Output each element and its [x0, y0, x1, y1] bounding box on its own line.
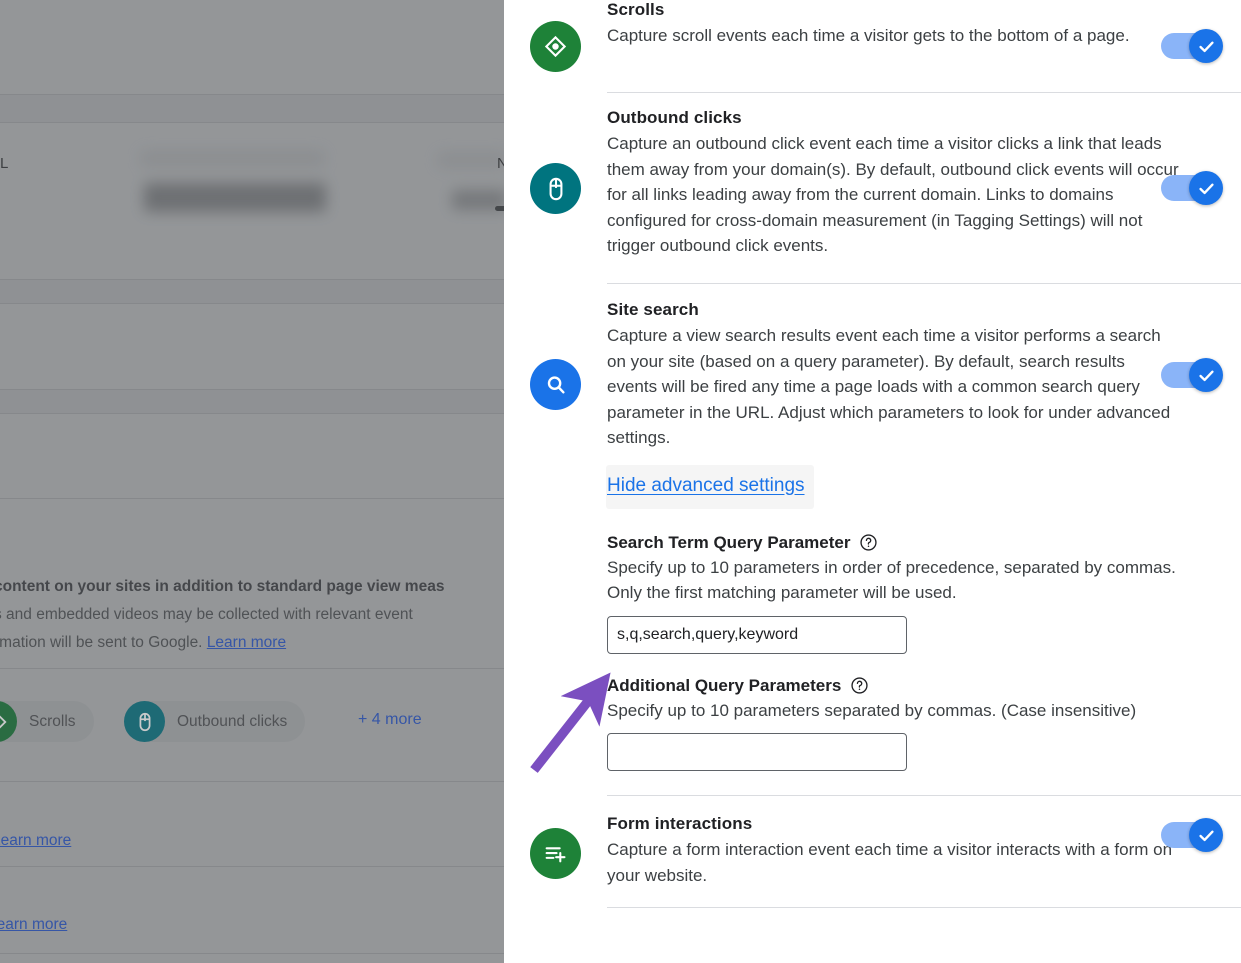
- search-term-label-row: Search Term Query Parameter: [607, 533, 1241, 553]
- backdrop-edge-fragment: N: [497, 155, 504, 172]
- advanced-settings-toggle-label[interactable]: Hide advanced settings: [607, 475, 805, 496]
- toggle-thumb: [1189, 29, 1223, 63]
- backdrop-paragraph-line-3-text: rmation will be sent to Google.: [0, 634, 203, 651]
- section-outbound-clicks-title: Outbound clicks: [607, 108, 742, 127]
- backdrop-divider: [0, 781, 504, 782]
- search-icon: [530, 359, 581, 410]
- section-outbound-clicks: Outbound clicks Capture an outbound clic…: [504, 93, 1241, 283]
- scrolls-icon: [0, 701, 17, 742]
- backdrop-band: [0, 390, 504, 413]
- search-term-input[interactable]: [607, 615, 907, 654]
- backdrop-paragraph-line-3: rmation will be sent to Google. Learn mo…: [0, 629, 286, 657]
- section-form-interactions: Form interactions Capture a form interac…: [504, 796, 1241, 890]
- backdrop-divider: [0, 413, 504, 414]
- section-form-interactions-toggle-col: [1155, 818, 1241, 852]
- mouse-click-icon: [124, 701, 165, 742]
- section-site-search: Site search Capture a view search result…: [504, 284, 1241, 779]
- section-site-search-icon-col: [504, 300, 607, 771]
- additional-params-description: Specify up to 10 parameters separated by…: [607, 700, 1137, 720]
- section-outbound-clicks-icon-col: [504, 108, 607, 269]
- section-form-interactions-title: Form interactions: [607, 814, 753, 833]
- backdrop-edge-dash: [495, 206, 504, 211]
- backdrop-divider: [0, 953, 504, 954]
- section-form-interactions-description: Capture a form interaction event each ti…: [607, 840, 1173, 885]
- backdrop-edge-fragment: L: [0, 155, 9, 172]
- backdrop-more-chips-link[interactable]: + 4 more: [358, 711, 422, 729]
- section-site-search-description: Capture a view search results event each…: [607, 326, 1171, 447]
- backdrop-learn-more-row-2: Learn more: [0, 911, 67, 939]
- backdrop-paragraph-line-1: content on your sites in addition to sta…: [0, 578, 445, 595]
- section-form-interactions-body: Form interactions Capture a form interac…: [607, 814, 1241, 890]
- section-divider: [607, 907, 1241, 908]
- section-scrolls-icon-col: [504, 0, 607, 92]
- dimmed-background-page: L N content on your sites in addition to…: [0, 0, 504, 963]
- help-circle-icon[interactable]: [850, 676, 869, 695]
- scrolls-icon: [530, 20, 581, 72]
- backdrop-divider: [0, 122, 504, 123]
- section-scrolls-body: Scrolls Capture scroll events each time …: [607, 0, 1241, 92]
- backdrop-paragraph-line-2: s and embedded videos may be collected w…: [0, 606, 413, 623]
- search-term-description: Specify up to 10 parameters in order of …: [607, 557, 1176, 603]
- backdrop-learn-more-row-1: Learn more: [0, 827, 71, 855]
- enhanced-measurement-panel: Scrolls Capture scroll events each time …: [504, 0, 1241, 963]
- backdrop-chip-scrolls[interactable]: Scrolls: [0, 701, 94, 742]
- outbound-clicks-toggle[interactable]: [1161, 171, 1223, 205]
- additional-params-input[interactable]: [607, 733, 907, 771]
- backdrop-chip-scrolls-label: Scrolls: [29, 712, 76, 730]
- backdrop-band: [0, 95, 504, 122]
- help-circle-icon[interactable]: [859, 533, 878, 552]
- toggle-thumb: [1189, 818, 1223, 852]
- section-outbound-clicks-description: Capture an outbound click event each tim…: [607, 134, 1179, 255]
- toggle-thumb: [1189, 171, 1223, 205]
- section-scrolls: Scrolls Capture scroll events each time …: [504, 0, 1241, 92]
- advanced-settings-toggle[interactable]: Hide advanced settings: [606, 464, 814, 509]
- mouse-click-icon: [530, 163, 581, 214]
- section-scrolls-toggle-col: [1155, 0, 1241, 92]
- section-scrolls-title: Scrolls: [607, 0, 665, 19]
- backdrop-divider: [0, 303, 504, 304]
- section-site-search-toggle-col: [1155, 358, 1241, 392]
- scrolls-toggle[interactable]: [1161, 29, 1223, 63]
- search-term-label: Search Term Query Parameter: [607, 532, 851, 552]
- section-outbound-clicks-toggle-col: [1155, 93, 1241, 283]
- backdrop-chip-outbound-clicks[interactable]: Outbound clicks: [124, 701, 306, 742]
- backdrop-divider: [0, 668, 504, 669]
- backdrop-band: [0, 280, 504, 303]
- modal-scrim: [0, 0, 504, 963]
- section-site-search-title: Site search: [607, 300, 699, 319]
- backdrop-learn-more-link[interactable]: Learn more: [0, 916, 67, 933]
- toggle-thumb: [1189, 358, 1223, 392]
- form-interactions-toggle[interactable]: [1161, 818, 1223, 852]
- section-site-search-body: Site search Capture a view search result…: [606, 300, 1241, 771]
- backdrop-divider: [0, 498, 504, 499]
- site-search-toggle[interactable]: [1161, 358, 1223, 392]
- additional-params-field-group: Additional Query Parameters Specify up t…: [607, 676, 1241, 771]
- additional-params-label: Additional Query Parameters: [607, 675, 842, 695]
- backdrop-divider: [0, 866, 504, 867]
- backdrop-learn-more-link[interactable]: Learn more: [207, 634, 286, 651]
- backdrop-learn-more-link[interactable]: Learn more: [0, 832, 71, 849]
- section-form-interactions-icon-col: [504, 814, 607, 890]
- additional-params-label-row: Additional Query Parameters: [607, 676, 1241, 696]
- section-scrolls-description: Capture scroll events each time a visito…: [607, 26, 1130, 45]
- search-term-field-group: Search Term Query Parameter Specify up t…: [607, 533, 1241, 654]
- backdrop-chip-outbound-clicks-label: Outbound clicks: [177, 712, 288, 730]
- section-outbound-clicks-body: Outbound clicks Capture an outbound clic…: [607, 108, 1241, 269]
- form-add-icon: [530, 828, 581, 879]
